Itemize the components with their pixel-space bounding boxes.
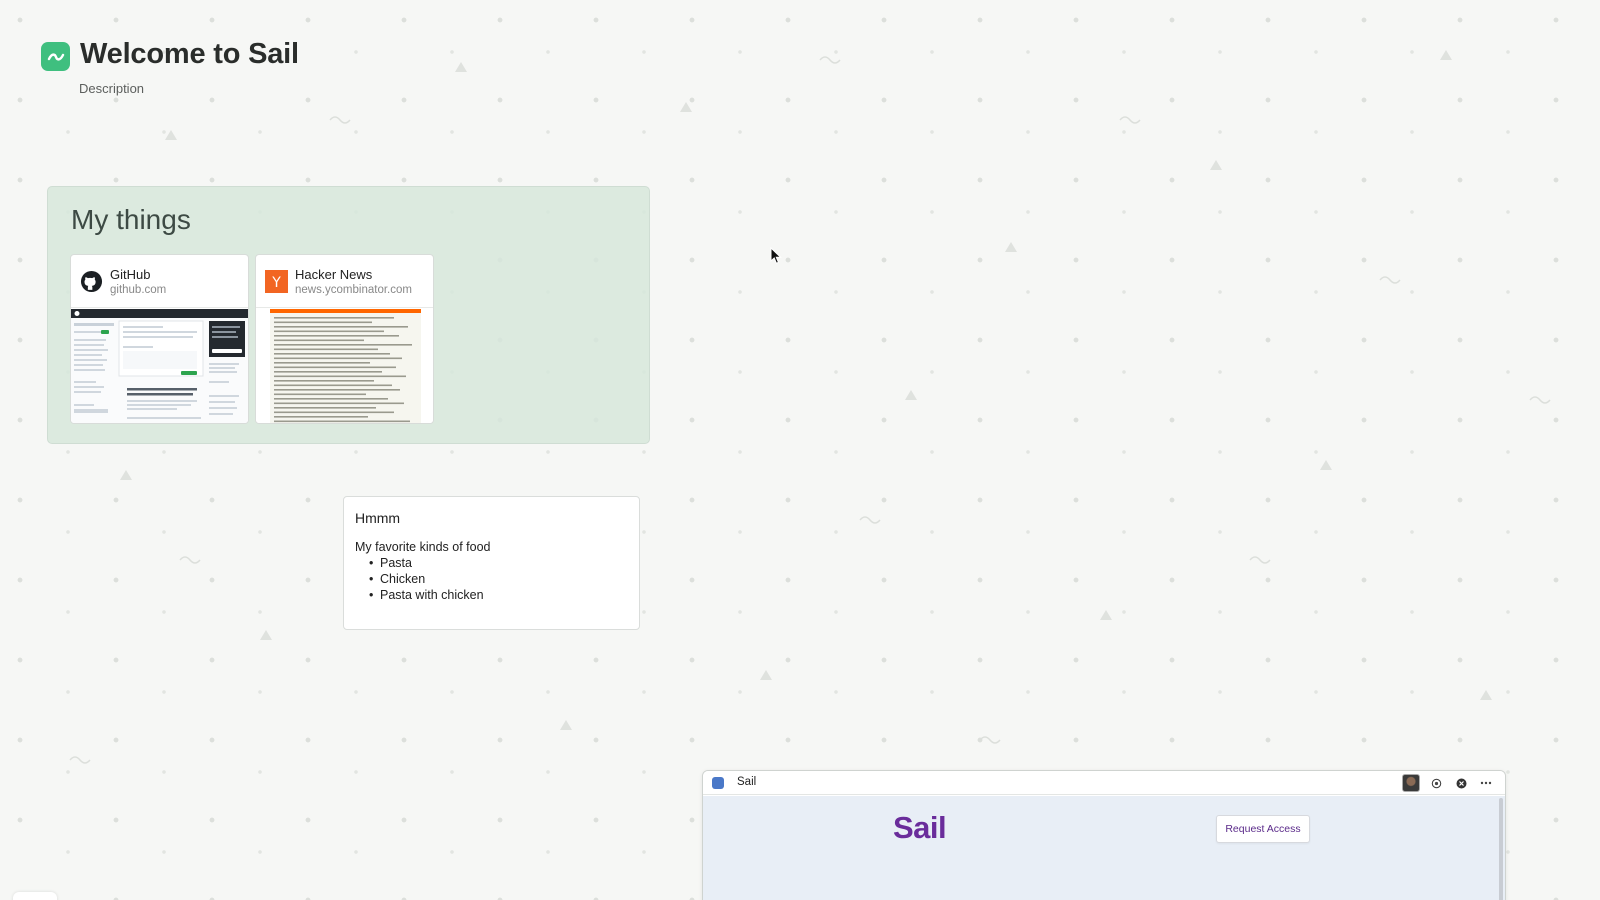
hacker-news-icon: Y bbox=[265, 270, 288, 293]
fullscreen-button[interactable] bbox=[1427, 774, 1445, 792]
embed-page-content[interactable]: Sail Request Access bbox=[703, 796, 1505, 900]
list-item: Pasta bbox=[369, 555, 490, 571]
hacker-news-link-card[interactable]: Y Hacker News news.ycombinator.com bbox=[255, 254, 434, 424]
more-options-button[interactable] bbox=[1477, 774, 1495, 792]
space-description[interactable]: Description bbox=[79, 81, 144, 96]
github-page-thumbnail bbox=[71, 309, 248, 423]
card-header: Y Hacker News news.ycombinator.com bbox=[256, 255, 433, 308]
note-card[interactable]: Hmmm My favorite kinds of food Pasta Chi… bbox=[343, 496, 640, 630]
focus-icon bbox=[1431, 778, 1441, 788]
sail-favicon-icon bbox=[712, 777, 724, 789]
embed-tools bbox=[1402, 774, 1495, 792]
note-body[interactable]: My favorite kinds of food Pasta Chicken … bbox=[355, 539, 490, 603]
sail-wordmark: Sail bbox=[893, 810, 947, 845]
embed-title: Sail bbox=[737, 776, 757, 788]
list-item: Pasta with chicken bbox=[369, 587, 490, 603]
note-intro: My favorite kinds of food bbox=[355, 540, 491, 554]
card-domain: github.com bbox=[110, 284, 167, 296]
my-things-group[interactable]: My things GitHub github.com Y Hacker New… bbox=[47, 186, 650, 444]
hacker-news-page-thumbnail bbox=[256, 309, 433, 423]
corner-tab[interactable] bbox=[13, 892, 57, 900]
more-icon bbox=[1480, 781, 1492, 785]
embed-scrollbar[interactable] bbox=[1499, 798, 1503, 900]
avatar-button[interactable] bbox=[1402, 774, 1420, 792]
close-icon bbox=[1456, 778, 1466, 788]
request-access-button[interactable]: Request Access bbox=[1216, 815, 1310, 843]
card-title: Hacker News bbox=[295, 267, 373, 282]
list-item: Chicken bbox=[369, 571, 490, 587]
embed-toolbar: Sail bbox=[703, 771, 1505, 795]
card-header: GitHub github.com bbox=[71, 255, 248, 308]
note-list: Pasta Chicken Pasta with chicken bbox=[369, 555, 490, 603]
mouse-cursor-icon bbox=[770, 247, 782, 264]
close-button[interactable] bbox=[1452, 774, 1470, 792]
github-icon bbox=[80, 270, 103, 293]
svg-text:Y: Y bbox=[271, 275, 281, 291]
canvas-background-pattern bbox=[69, 50, 1551, 764]
github-link-card[interactable]: GitHub github.com bbox=[70, 254, 249, 424]
sail-logo-icon bbox=[41, 42, 70, 71]
space-title[interactable]: Welcome to Sail bbox=[80, 38, 299, 71]
card-domain: news.ycombinator.com bbox=[295, 284, 412, 296]
avatar bbox=[1402, 774, 1420, 792]
card-title: GitHub bbox=[110, 267, 151, 282]
sail-embed-window[interactable]: Sail Sail Request Access bbox=[702, 770, 1506, 900]
note-title[interactable]: Hmmm bbox=[355, 510, 400, 526]
group-title[interactable]: My things bbox=[71, 204, 191, 236]
